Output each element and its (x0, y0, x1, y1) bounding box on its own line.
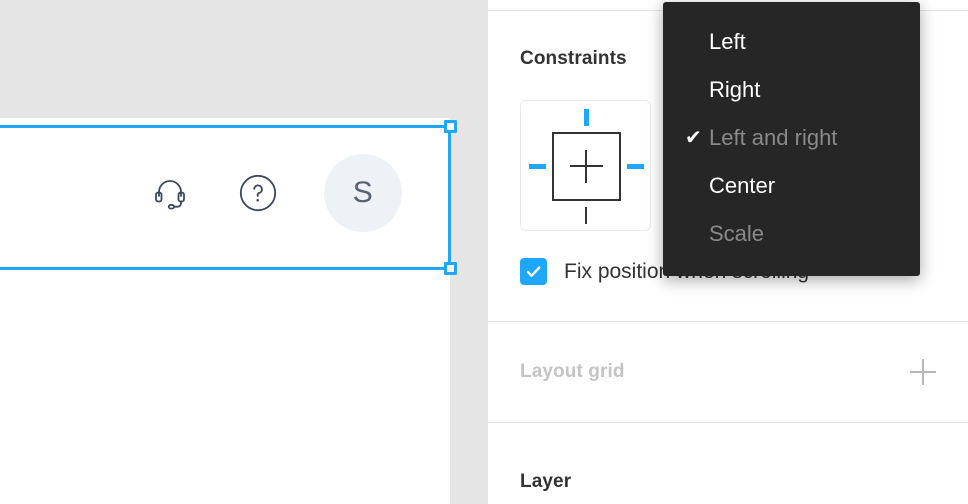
menu-item-label: Left and right (709, 125, 838, 150)
horizontal-constraint-menu[interactable]: ✔Left✔Right ✔ Left and right ✔Center✔Scale (663, 2, 920, 276)
layout-grid-section: Layout grid (488, 322, 968, 422)
header-icon-group: S (148, 118, 402, 268)
resize-handle-top-right[interactable] (444, 120, 457, 133)
menu-check-icon: ✔ (685, 127, 702, 149)
help-circle-icon[interactable] (236, 171, 280, 215)
constraints-center-v (585, 150, 587, 183)
layer-title: Layer (520, 471, 572, 492)
add-layout-grid-icon[interactable] (910, 359, 936, 385)
layer-section: Layer (488, 423, 968, 493)
selection-edge-bottom (0, 267, 450, 270)
constraint-handle-top[interactable] (584, 109, 589, 126)
constraints-widget[interactable] (520, 100, 651, 231)
menu-item-center[interactable]: ✔Center (663, 162, 920, 210)
menu-item-left-and-right[interactable]: ✔ Left and right (663, 114, 920, 162)
headset-icon[interactable] (148, 171, 192, 215)
figma-editor-window: S Constraints Fix position Layout grid L… (0, 0, 968, 504)
menu-item-label: Right (709, 77, 761, 102)
constraint-handle-bottom[interactable] (585, 207, 587, 224)
selection-edge-right (448, 125, 451, 270)
fix-position-checkbox[interactable] (520, 258, 547, 285)
header-frame[interactable]: S (0, 118, 450, 268)
constraint-handle-right[interactable] (627, 164, 644, 169)
constraint-handle-left[interactable] (529, 164, 546, 169)
menu-item-right[interactable]: ✔Right (663, 66, 920, 114)
layout-grid-title: Layout grid (520, 361, 625, 382)
avatar[interactable]: S (324, 154, 402, 232)
design-canvas[interactable]: S (0, 0, 487, 504)
menu-item-label: Scale (709, 221, 765, 246)
selection-edge-top (0, 125, 450, 128)
menu-item-scale[interactable]: ✔Scale (663, 210, 920, 258)
avatar-initial: S (352, 176, 374, 209)
resize-handle-bottom-right[interactable] (444, 262, 457, 275)
menu-item-label: Left (709, 29, 746, 54)
menu-item-left[interactable]: ✔Left (663, 18, 920, 66)
menu-item-label: Center (709, 173, 776, 198)
page-body (0, 268, 450, 504)
